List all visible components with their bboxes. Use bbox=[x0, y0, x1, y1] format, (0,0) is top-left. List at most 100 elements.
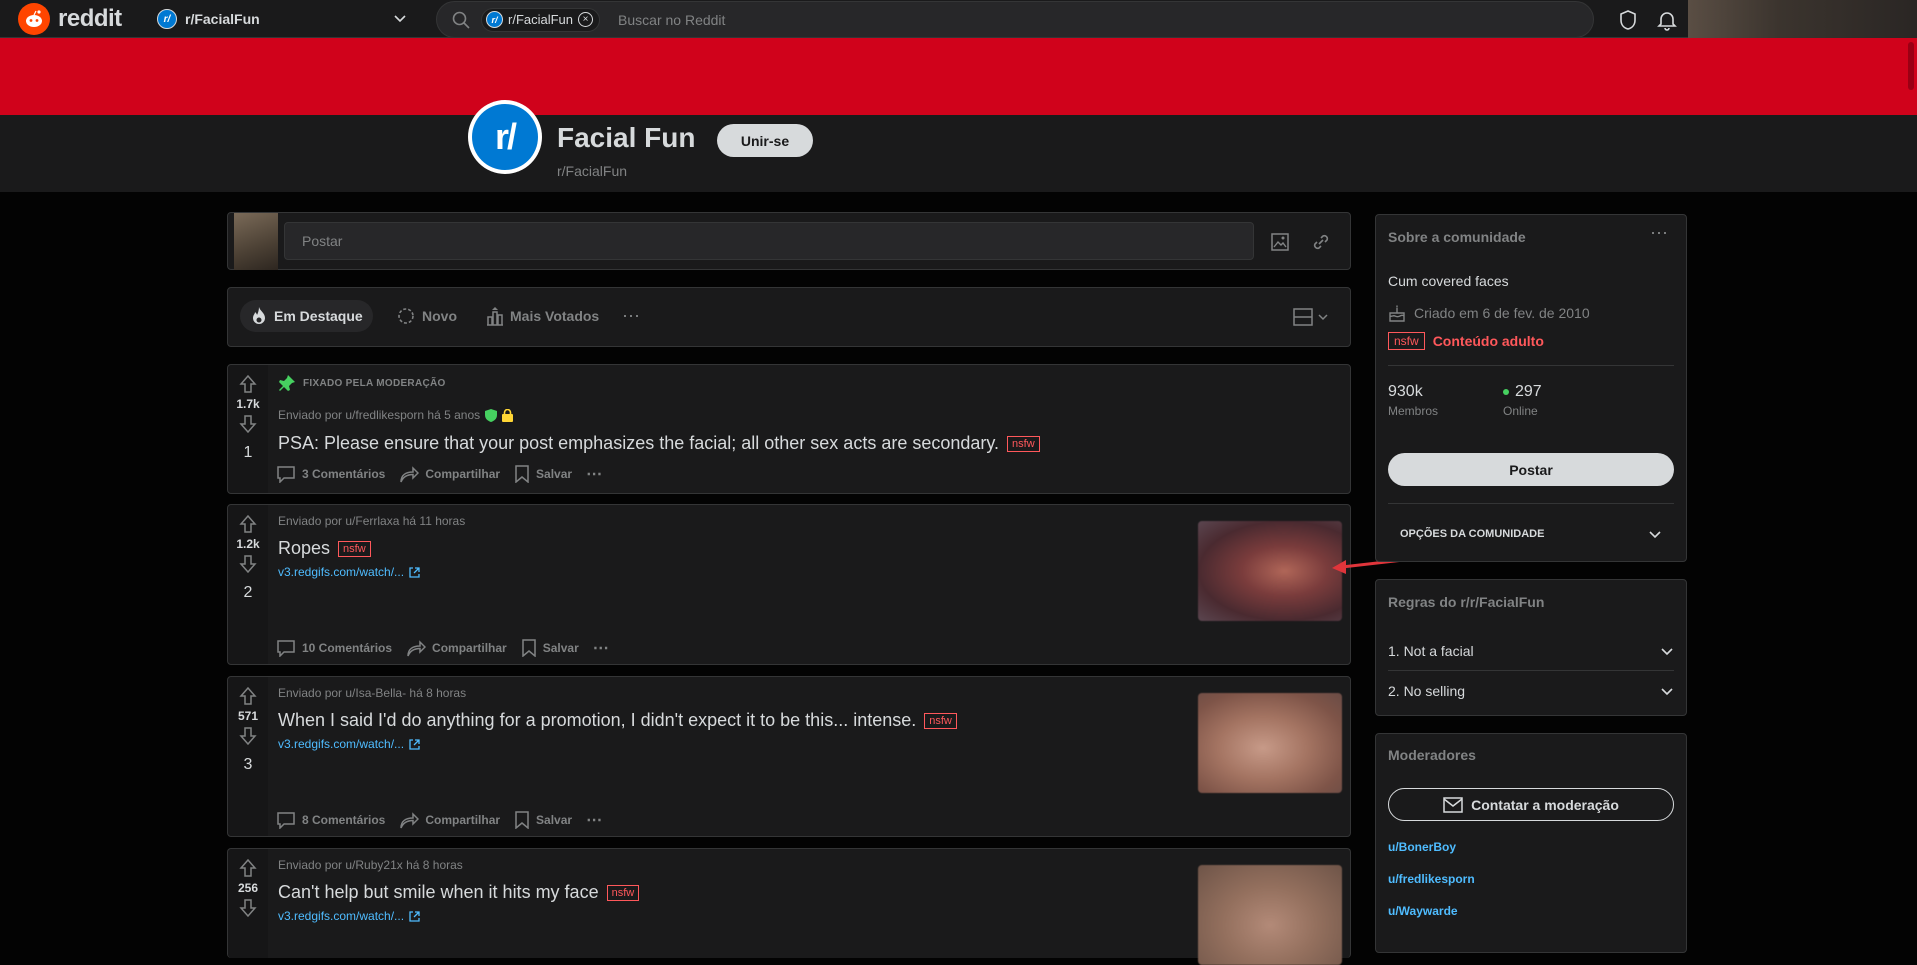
link-icon[interactable] bbox=[1311, 232, 1331, 252]
comments-button[interactable]: 3 Comentários bbox=[276, 465, 385, 483]
flame-icon bbox=[253, 307, 265, 324]
community-avatar-text: r/ bbox=[472, 104, 538, 170]
community-options-toggle[interactable]: OPÇÕES DA COMUNIDADE bbox=[1388, 517, 1674, 551]
online-dot-icon bbox=[1503, 389, 1509, 395]
sort-new-button[interactable]: Novo bbox=[386, 300, 467, 332]
post-link-text: v3.redgifs.com/watch/... bbox=[278, 565, 405, 579]
more-options-icon[interactable]: ⋯ bbox=[586, 464, 602, 484]
post-actions: 8 Comentários Compartilhar Salvar ⋯ bbox=[276, 810, 602, 830]
more-options-icon[interactable]: ⋯ bbox=[593, 638, 609, 658]
user-avatar[interactable] bbox=[234, 213, 278, 270]
created-date: Criado em 6 de fev. de 2010 bbox=[1388, 304, 1590, 322]
close-icon[interactable]: × bbox=[578, 12, 594, 27]
bookmark-icon bbox=[521, 639, 536, 657]
upvote-icon[interactable] bbox=[238, 514, 258, 534]
moderator-link[interactable]: u/fredlikesporn bbox=[1388, 872, 1475, 886]
post-title[interactable]: Can't help but smile when it hits my fac… bbox=[278, 882, 640, 903]
join-button[interactable]: Unir-se bbox=[717, 124, 813, 157]
post-link-text: v3.redgifs.com/watch/... bbox=[278, 909, 405, 923]
upvote-icon[interactable] bbox=[238, 686, 258, 706]
upvote-icon[interactable] bbox=[238, 374, 258, 394]
adult-content-label: Conteúdo adulto bbox=[1432, 333, 1544, 349]
create-post-card: Postar bbox=[227, 212, 1351, 270]
image-upload-icon[interactable] bbox=[1270, 232, 1290, 252]
save-button[interactable]: Salvar bbox=[514, 465, 572, 483]
sort-new-label: Novo bbox=[422, 308, 457, 324]
save-button[interactable]: Salvar bbox=[514, 811, 572, 829]
post-link-text: v3.redgifs.com/watch/... bbox=[278, 737, 405, 751]
nsfw-badge: nsfw bbox=[606, 884, 640, 901]
bell-icon[interactable] bbox=[1657, 9, 1677, 31]
comments-button[interactable]: 8 Comentários bbox=[276, 811, 385, 829]
post-card[interactable]: 1.2k 2 Enviado por u/Ferrlaxa há 11 hora… bbox=[227, 504, 1351, 665]
divider bbox=[1388, 365, 1674, 366]
comments-button[interactable]: 10 Comentários bbox=[276, 639, 392, 657]
community-selector-label: r/FacialFun bbox=[185, 11, 260, 27]
nsfw-badge: nsfw bbox=[924, 712, 957, 729]
post-card[interactable]: 256 Enviado por u/Ruby21x há 8 horas Can… bbox=[227, 848, 1351, 965]
rule-item[interactable]: 1. Not a facial bbox=[1388, 632, 1674, 671]
reddit-logo[interactable]: reddit bbox=[18, 3, 122, 35]
save-label: Salvar bbox=[536, 813, 573, 827]
search-community-chip[interactable]: r/ r/FacialFun × bbox=[481, 7, 601, 32]
more-options-icon[interactable]: ⋯ bbox=[1650, 223, 1668, 244]
post-link[interactable]: v3.redgifs.com/watch/... bbox=[278, 565, 420, 579]
rules-card: Regras do r/r/FacialFun 1. Not a facial … bbox=[1375, 579, 1687, 716]
downvote-icon[interactable] bbox=[238, 726, 258, 746]
post-thumbnail[interactable] bbox=[1198, 865, 1342, 965]
contact-mods-button[interactable]: Contatar a moderação bbox=[1388, 788, 1674, 821]
search-input[interactable]: Buscar no Reddit bbox=[618, 12, 725, 28]
rule-item[interactable]: 2. No selling bbox=[1388, 671, 1674, 710]
comment-icon bbox=[277, 466, 295, 483]
post-rank: 1 bbox=[243, 444, 253, 461]
share-button[interactable]: Compartilhar bbox=[399, 465, 500, 483]
post-thumbnail[interactable] bbox=[1198, 521, 1342, 621]
community-selector[interactable]: r/ r/FacialFun bbox=[157, 6, 408, 32]
community-header bbox=[0, 115, 1917, 192]
new-sparkle-icon bbox=[398, 308, 414, 324]
rules-heading: Regras do r/r/FacialFun bbox=[1388, 594, 1545, 610]
post-meta: Enviado por u/Ferrlaxa há 11 horas bbox=[278, 514, 466, 528]
nsfw-badge: nsfw bbox=[338, 540, 371, 557]
moderator-link[interactable]: u/Waywarde bbox=[1388, 904, 1458, 918]
created-date-text: Criado em 6 de fev. de 2010 bbox=[1414, 305, 1590, 321]
post-thumbnail[interactable] bbox=[1198, 693, 1342, 793]
post-title-text: When I said I'd do anything for a promot… bbox=[278, 710, 917, 730]
create-post-button[interactable]: Postar bbox=[1388, 453, 1674, 486]
post-title[interactable]: When I said I'd do anything for a promot… bbox=[278, 710, 957, 731]
share-button[interactable]: Compartilhar bbox=[399, 811, 500, 829]
moderator-link[interactable]: u/BonerBoy bbox=[1388, 840, 1456, 854]
scrollbar-thumb[interactable] bbox=[1908, 42, 1914, 90]
nsfw-badge: nsfw bbox=[1007, 435, 1040, 452]
sort-hot-button[interactable]: Em Destaque bbox=[240, 300, 373, 332]
bookmark-icon bbox=[515, 811, 529, 829]
post-card[interactable]: 1.7k 1 FIXADO PELA MODERAÇÃO Enviado por… bbox=[227, 364, 1351, 494]
create-post-input[interactable]: Postar bbox=[284, 222, 1254, 260]
post-title[interactable]: Ropes nsfw bbox=[278, 538, 371, 559]
sort-top-button[interactable]: Mais Votados bbox=[476, 300, 609, 332]
downvote-icon[interactable] bbox=[238, 554, 258, 574]
downvote-icon[interactable] bbox=[238, 898, 258, 918]
post-link[interactable]: v3.redgifs.com/watch/... bbox=[278, 909, 420, 923]
downvote-icon[interactable] bbox=[238, 414, 258, 434]
community-description: Cum covered faces bbox=[1388, 273, 1509, 289]
more-options-icon[interactable]: ⋯ bbox=[586, 810, 602, 830]
nsfw-badge: nsfw bbox=[1388, 332, 1425, 350]
post-title[interactable]: PSA: Please ensure that your post emphas… bbox=[278, 433, 1040, 454]
upvote-icon[interactable] bbox=[238, 858, 258, 878]
more-options-icon[interactable]: ⋯ bbox=[622, 306, 641, 327]
shield-icon[interactable] bbox=[1618, 9, 1638, 31]
save-button[interactable]: Salvar bbox=[521, 639, 579, 657]
post-link[interactable]: v3.redgifs.com/watch/... bbox=[278, 737, 420, 751]
search-bar[interactable]: r/ r/FacialFun × Buscar no Reddit bbox=[436, 1, 1594, 38]
chevron-down-icon bbox=[1649, 531, 1661, 539]
user-avatar[interactable] bbox=[1688, 0, 1917, 38]
view-layout-button[interactable] bbox=[1293, 308, 1329, 326]
vote-count: 1.2k bbox=[236, 537, 260, 551]
cake-icon bbox=[1389, 305, 1405, 322]
post-meta-text: Enviado por u/fredlikesporn há 5 anos bbox=[278, 408, 481, 422]
share-button[interactable]: Compartilhar bbox=[406, 639, 507, 657]
search-chip-label: r/FacialFun bbox=[508, 12, 574, 27]
share-icon bbox=[400, 466, 420, 483]
post-card[interactable]: 571 3 Enviado por u/Isa-Bella- há 8 hora… bbox=[227, 676, 1351, 837]
